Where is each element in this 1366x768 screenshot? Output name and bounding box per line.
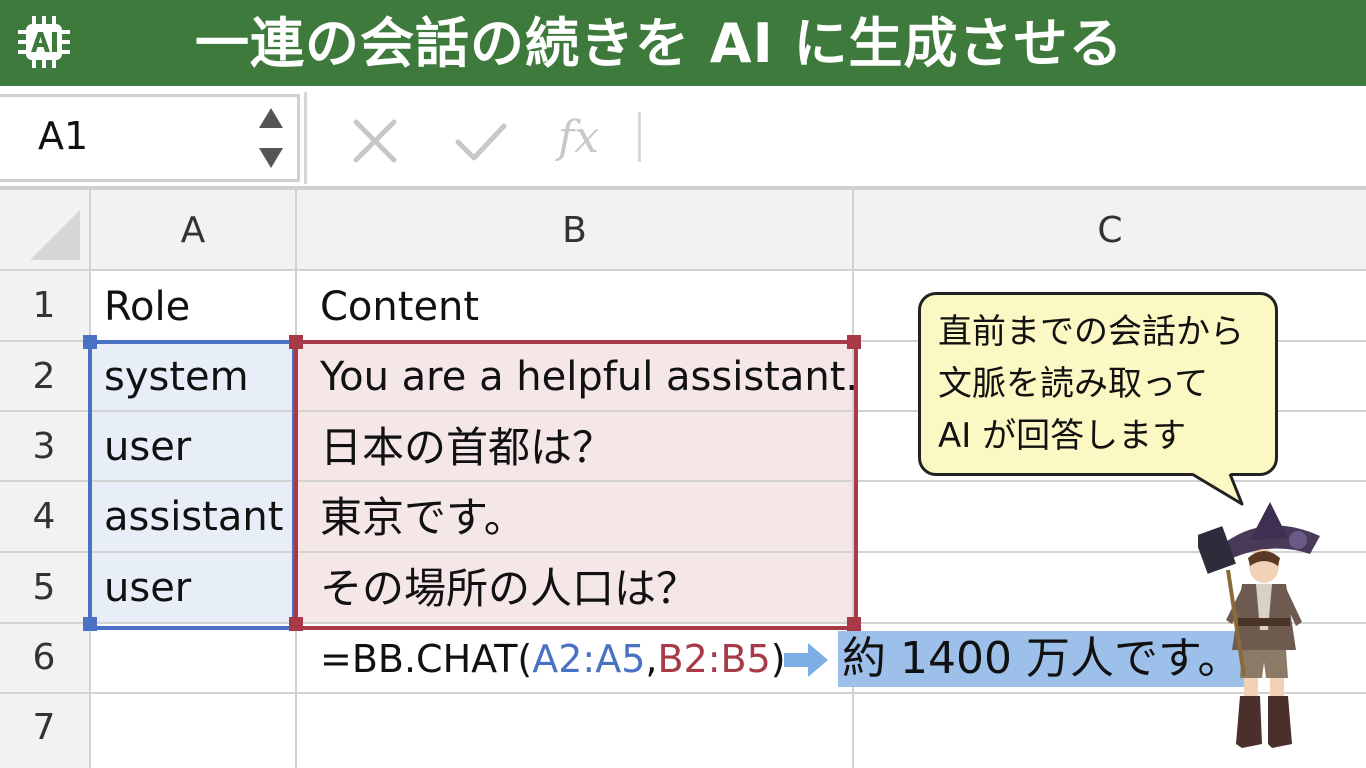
range-a-border	[88, 340, 296, 630]
cell-b1[interactable]: Content	[320, 272, 479, 342]
callout-line-1: 直前までの会話から	[938, 312, 1244, 352]
name-box-down-icon[interactable]	[259, 148, 283, 168]
cell-a1[interactable]: Role	[104, 272, 190, 342]
check-icon[interactable]	[454, 118, 508, 164]
arrow-right-icon	[784, 643, 828, 677]
name-box-up-icon[interactable]	[259, 108, 283, 128]
grid-line	[0, 188, 1366, 190]
column-header-c[interactable]: C	[854, 195, 1366, 267]
close-icon[interactable]	[352, 118, 398, 164]
formula-comma: ,	[645, 637, 658, 681]
formula-input[interactable]	[638, 112, 641, 162]
result-text: 約 1400 万人です。	[838, 631, 1248, 687]
formula-bar-divider	[304, 92, 307, 184]
range-b-handle[interactable]	[289, 617, 303, 631]
row-header-2[interactable]: 2	[0, 342, 88, 412]
row-header-5[interactable]: 5	[0, 553, 88, 623]
range-b-handle[interactable]	[847, 335, 861, 349]
row-header-6[interactable]: 6	[0, 623, 88, 693]
mascot-character-illustration	[1198, 502, 1320, 748]
row-header-7[interactable]: 7	[0, 693, 88, 763]
formula-ref-b: B2:B5	[657, 637, 771, 681]
formula-prefix: =BB.CHAT(	[320, 637, 533, 681]
callout-line-2: 文脈を読み取って	[938, 364, 1209, 404]
row-header-3[interactable]: 3	[0, 412, 88, 482]
row-header-1[interactable]: 1	[0, 271, 88, 341]
range-b-handle[interactable]	[847, 617, 861, 631]
row-header-4[interactable]: 4	[0, 482, 88, 552]
cell-b6-formula[interactable]: =BB.CHAT(A2:A5,B2:B5)	[320, 624, 786, 694]
select-all-corner[interactable]	[30, 210, 80, 260]
column-header-b[interactable]: B	[297, 195, 852, 267]
range-a-handle[interactable]	[83, 335, 97, 349]
column-header-a[interactable]: A	[91, 195, 295, 267]
range-b-handle[interactable]	[289, 335, 303, 349]
range-a-handle[interactable]	[83, 617, 97, 631]
name-box-value[interactable]: A1	[38, 112, 88, 160]
fx-icon[interactable]: fx	[558, 108, 599, 168]
page-title: 一連の会話の続きを AI に生成させる	[195, 12, 1124, 75]
formula-ref-a: A2:A5	[532, 637, 646, 681]
ai-chip-icon	[18, 16, 70, 68]
callout-line-3: AI が回答します	[938, 416, 1187, 456]
range-b-border	[294, 340, 858, 630]
grid-line	[0, 269, 1366, 271]
